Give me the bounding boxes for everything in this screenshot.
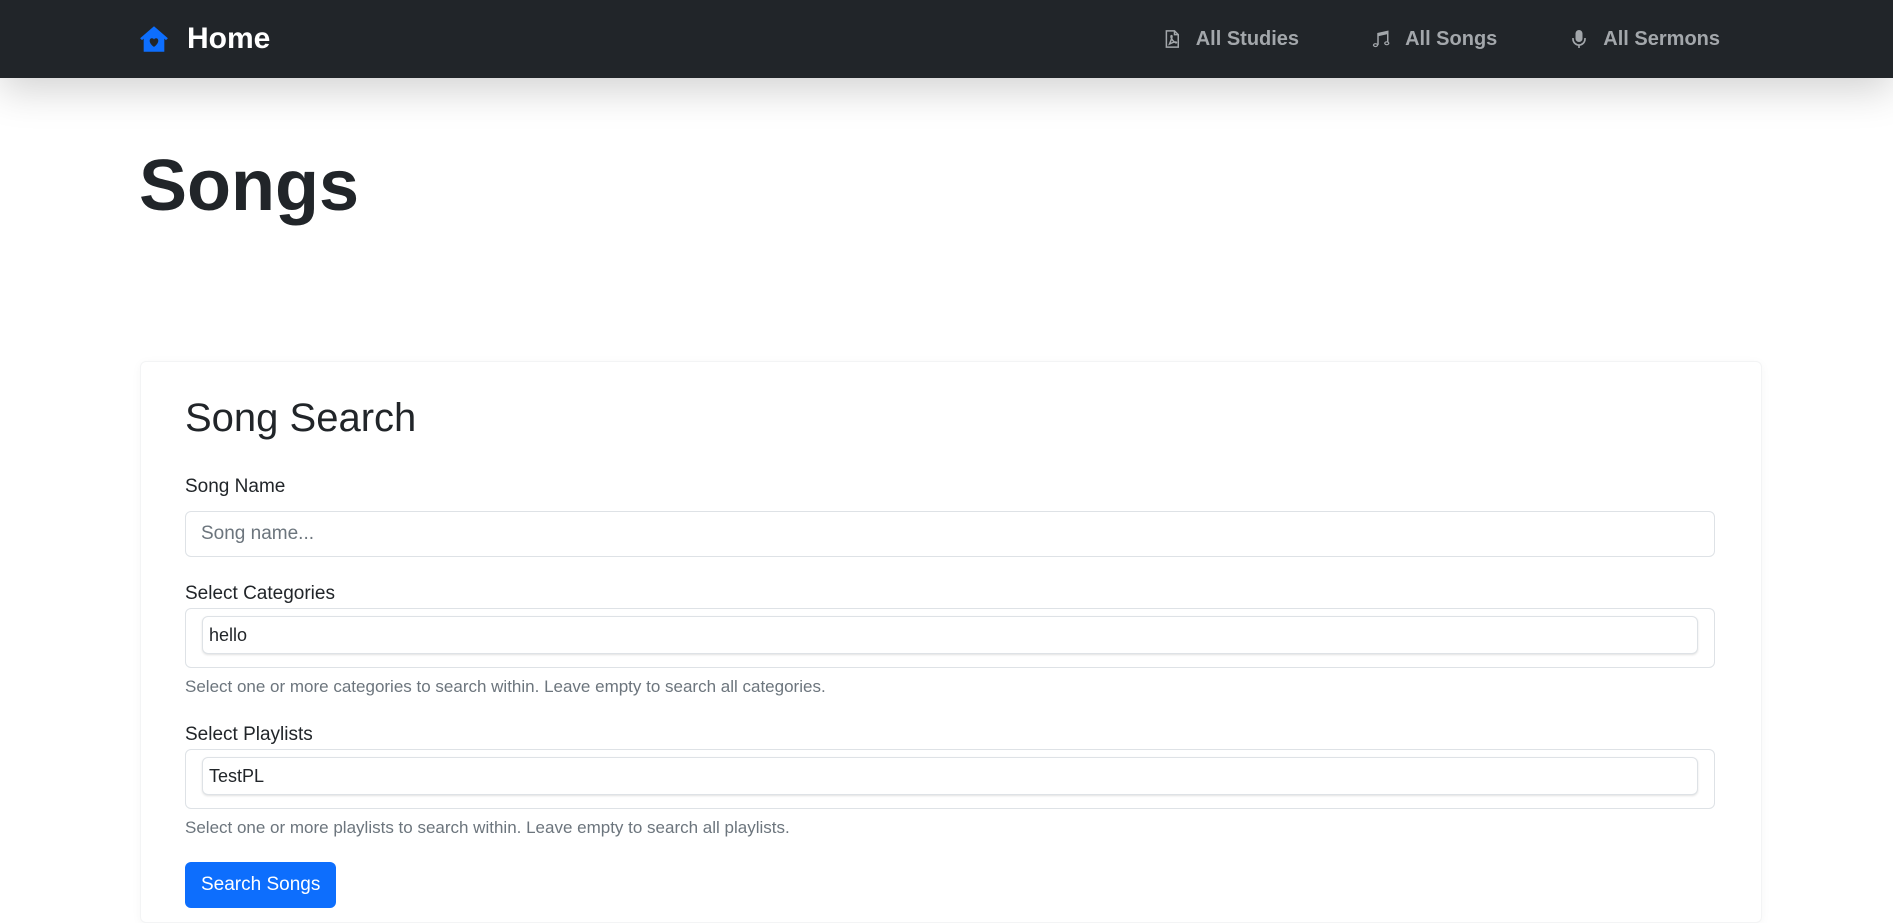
nav-link-all-songs[interactable]: All Songs	[1371, 28, 1497, 51]
top-navbar: Home All Studies All Songs All Sermons	[0, 0, 1893, 78]
song-name-label: Song Name	[185, 476, 286, 497]
categories-label: Select Categories	[185, 583, 335, 604]
nav-link-label: All Sermons	[1603, 27, 1720, 50]
playlists-help-text: Select one or more playlists to search w…	[185, 818, 790, 837]
nav-link-all-studies[interactable]: All Studies	[1162, 28, 1299, 51]
song-search-card: Song Search Song Name Select Categories …	[140, 361, 1762, 923]
song-name-input[interactable]	[185, 511, 1715, 557]
mic-icon	[1572, 30, 1587, 48]
music-note-icon	[1372, 30, 1390, 48]
card-title: Song Search	[185, 396, 417, 440]
nav-link-all-sermons[interactable]: All Sermons	[1569, 28, 1720, 51]
nav-link-label: All Songs	[1405, 27, 1498, 50]
categories-help-text: Select one or more categories to search …	[185, 677, 826, 696]
categories-select[interactable]: hello	[185, 608, 1715, 668]
selected-playlist-chip[interactable]: TestPL	[202, 757, 1698, 795]
playlists-select[interactable]: TestPL	[185, 749, 1715, 809]
search-songs-button[interactable]: Search Songs	[185, 862, 337, 908]
selected-category-chip[interactable]: hello	[202, 616, 1698, 654]
nav-links: All Studies All Songs All Sermons	[1162, 20, 1720, 58]
home-label: Home	[187, 22, 271, 55]
home-link[interactable]: Home	[139, 20, 270, 58]
playlists-label: Select Playlists	[185, 724, 313, 745]
nav-link-label: All Studies	[1195, 27, 1300, 50]
file-pdf-icon	[1165, 30, 1179, 48]
page-title: Songs	[139, 146, 360, 226]
house-heart-icon	[140, 26, 168, 52]
